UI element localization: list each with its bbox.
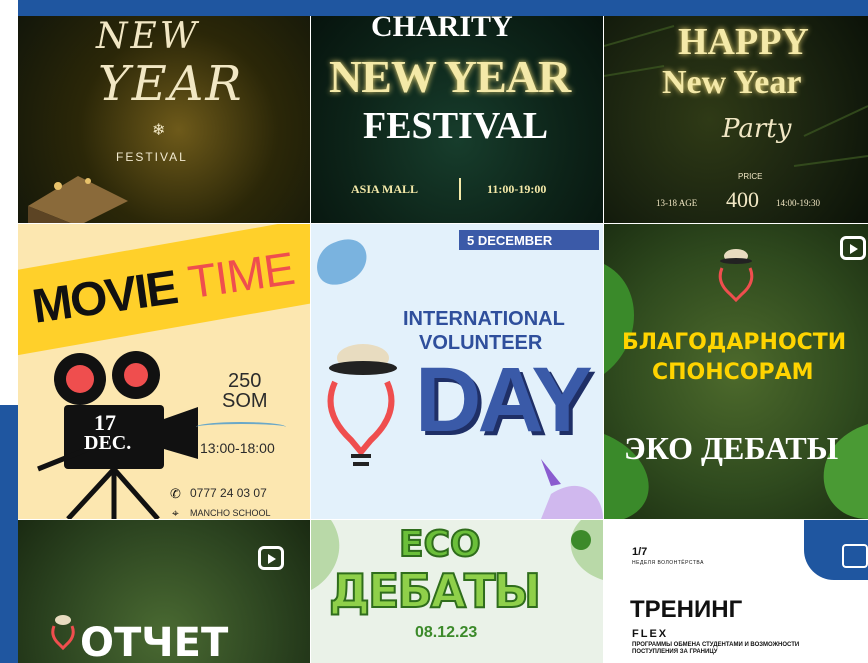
post-title-report: ОТЧЕТ — [80, 620, 229, 663]
wave-line — [196, 422, 286, 432]
blue-frame-left — [0, 405, 18, 663]
location-icon: ⌖ — [172, 506, 179, 519]
post-title-year: YEAR — [98, 56, 244, 112]
post-title-international: INTERNATIONAL — [403, 308, 565, 330]
blue-frame-top — [18, 0, 868, 16]
price-value: 400 — [726, 187, 759, 212]
reel-icon — [840, 236, 866, 260]
post-charity-festival[interactable]: CHARITY NEW YEAR FESTIVAL ASIA MALL 11:0… — [311, 16, 603, 223]
date-badge-text: 5 DECEMBER — [467, 233, 553, 248]
post-volunteer-day[interactable]: 5 DECEMBER INTERNATIONAL VOLUNTEER DAY — [311, 224, 603, 519]
phone-text: 0777 24 03 07 — [190, 486, 267, 500]
divider — [459, 178, 461, 200]
snowflake-icon: ❄ — [152, 122, 166, 139]
date-month: DEC. — [84, 432, 132, 454]
post-movie-time[interactable]: MOVIE TIME 17 DEC. 250 SOM 13:00-18:00 ✆… — [18, 224, 310, 519]
post-training-flex[interactable]: 1/7 НЕДЕЛЯ ВОЛОНТЁРСТВА ТРЕНИНГ FLEX ПРО… — [604, 520, 868, 663]
post-title-party: Party — [722, 114, 792, 144]
post-title-festival: FESTIVAL — [363, 105, 549, 147]
date-text: 08.12.23 — [415, 624, 478, 641]
program-description: ПРОГРАММЫ ОБМЕНА СТУДЕНТАМИ И ВОЗМОЖНОСТ… — [632, 642, 800, 655]
post-sponsors-thanks[interactable]: БЛАГОДАРНОСТИ СПОНСОРАМ ЭКО ДЕБАТЫ — [604, 224, 868, 519]
hours-text: 13:00-18:00 — [200, 440, 275, 456]
post-report[interactable]: ОТЧЕТ — [18, 520, 310, 663]
post-new-year-festival[interactable]: NEW YEAR ❄ FESTIVAL — [18, 16, 310, 223]
post-title-charity: CHARITY — [371, 16, 513, 43]
lightbulb-hat-icon — [718, 249, 754, 303]
time-text: 14:00-19:30 — [776, 198, 820, 208]
program-name: FLEX — [632, 628, 669, 640]
post-eco-debates[interactable]: ECO ДЕБАТЫ 08.12.23 — [311, 520, 603, 663]
instagram-post-grid: NEW YEAR ❄ FESTIVAL CHARITY NEW YEAR FES… — [18, 16, 868, 663]
post-happy-new-year-party[interactable]: HAPPY New Year Party PRICE 13-18 AGE 400… — [604, 16, 868, 223]
post-title-eco: ECO — [398, 523, 482, 566]
place-text: MANCHO SCHOOL — [190, 508, 271, 518]
post-title-sponsors: СПОНСОРАМ — [652, 360, 814, 385]
post-title-day: DAY — [415, 349, 593, 451]
post-subtitle-eco-debates: ЭКО ДЕБАТЫ — [624, 430, 839, 466]
time-text: 11:00-19:00 — [487, 182, 547, 196]
price-label: PRICE — [738, 172, 763, 181]
phone-icon: ✆ — [170, 486, 181, 501]
monitor-icon — [842, 544, 868, 568]
lightbulb-hat-icon — [327, 344, 397, 466]
post-title-new: NEW — [96, 16, 200, 57]
age-text: 13-18 AGE — [656, 198, 698, 208]
post-title-training: ТРЕНИНГ — [630, 596, 743, 623]
post-subtitle-festival: FESTIVAL — [116, 150, 188, 164]
post-title-new-year: NEW YEAR — [329, 51, 571, 102]
reel-icon — [258, 546, 284, 570]
venue-text: ASIA MALL — [351, 182, 419, 196]
price-currency: SOM — [222, 390, 268, 412]
post-title-new-year: New Year — [662, 64, 802, 101]
subtitle-week: НЕДЕЛЯ ВОЛОНТЁРСТВА — [632, 560, 704, 566]
lightbulb-hat-icon — [51, 615, 75, 651]
page-counter: 1/7 — [632, 546, 648, 558]
post-title-thanks: БЛАГОДАРНОСТИ — [622, 330, 847, 355]
post-title-happy: HAPPY — [678, 21, 809, 63]
post-title-debates: ДЕБАТЫ — [328, 563, 542, 619]
